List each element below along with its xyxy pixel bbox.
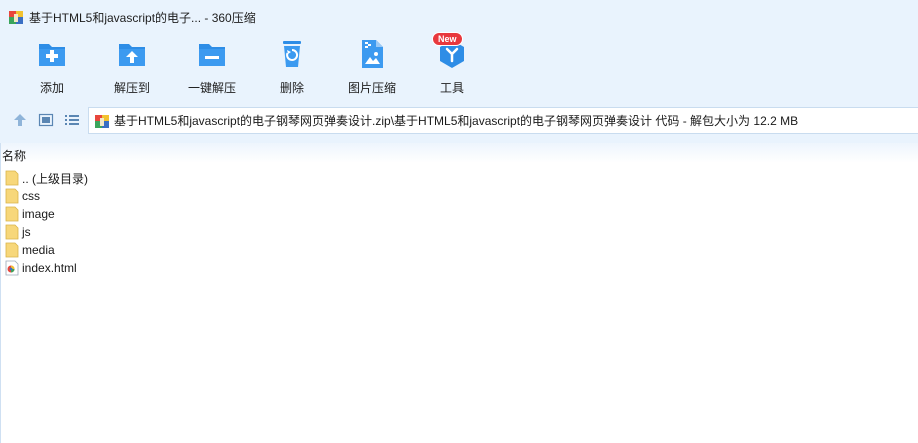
list-item-index-html[interactable]: index.html bbox=[1, 259, 918, 277]
file-panel: 名称 .. (上级目录) css image js media index.ht… bbox=[0, 143, 918, 443]
file-list: .. (上级目录) css image js media index.html bbox=[1, 163, 918, 277]
new-badge: New bbox=[432, 32, 463, 46]
address-path: 基于HTML5和javascript的电子钢琴网页弹奏设计.zip\基于HTML… bbox=[114, 114, 799, 128]
html-file-icon bbox=[5, 260, 19, 276]
folder-icon bbox=[5, 206, 19, 222]
one-click-extract-icon bbox=[199, 44, 225, 66]
file-name: media bbox=[22, 243, 55, 257]
file-name: .. (上级目录) bbox=[22, 171, 88, 186]
file-name: image bbox=[22, 207, 55, 221]
up-arrow-icon[interactable] bbox=[12, 112, 28, 128]
tools-button[interactable]: New 工具 bbox=[412, 32, 492, 96]
delete-label: 删除 bbox=[279, 81, 304, 95]
archive-app-icon bbox=[9, 11, 23, 24]
tools-label: 工具 bbox=[439, 81, 464, 95]
list-item-js[interactable]: js bbox=[1, 223, 918, 241]
one-click-extract-label: 一键解压 bbox=[187, 81, 236, 95]
image-compress-button[interactable]: 图片压缩 bbox=[332, 38, 412, 96]
file-name: js bbox=[22, 225, 31, 239]
name-column-header[interactable]: 名称 bbox=[1, 143, 918, 163]
add-button[interactable]: 添加 bbox=[12, 38, 92, 96]
folder-icon bbox=[5, 224, 19, 240]
extract-to-label: 解压到 bbox=[113, 81, 150, 95]
image-compress-icon bbox=[362, 40, 383, 68]
delete-button[interactable]: 删除 bbox=[252, 38, 332, 96]
address-bar: 基于HTML5和javascript的电子钢琴网页弹奏设计.zip\基于HTML… bbox=[0, 99, 918, 143]
list-item-css[interactable]: css bbox=[1, 187, 918, 205]
add-file-icon bbox=[39, 44, 65, 66]
address-field[interactable]: 基于HTML5和javascript的电子钢琴网页弹奏设计.zip\基于HTML… bbox=[88, 107, 918, 134]
list-item-media[interactable]: media bbox=[1, 241, 918, 259]
add-label: 添加 bbox=[39, 81, 64, 95]
extract-to-icon bbox=[119, 44, 145, 66]
title-bar: 基于HTML5和javascript的电子... - 360压缩 bbox=[0, 0, 918, 34]
zip-archive-icon bbox=[95, 114, 109, 128]
list-view-icon[interactable] bbox=[64, 112, 80, 128]
window-title: 基于HTML5和javascript的电子... - 360压缩 bbox=[29, 10, 256, 25]
list-item-image[interactable]: image bbox=[1, 205, 918, 223]
folder-icon bbox=[5, 242, 19, 258]
thumbnail-view-icon[interactable] bbox=[38, 112, 54, 128]
folder-icon bbox=[5, 170, 19, 186]
list-item-parent-dir[interactable]: .. (上级目录) bbox=[1, 169, 918, 187]
extract-to-button[interactable]: 解压到 bbox=[92, 38, 172, 96]
toolbar: 添加 解压到 一键解压 删除 图片压缩 New 工具 bbox=[0, 32, 918, 99]
delete-icon bbox=[283, 41, 301, 67]
file-name: index.html bbox=[22, 261, 77, 275]
image-compress-label: 图片压缩 bbox=[347, 81, 396, 95]
folder-icon bbox=[5, 188, 19, 204]
one-click-extract-button[interactable]: 一键解压 bbox=[172, 38, 252, 96]
file-name: css bbox=[22, 189, 40, 203]
